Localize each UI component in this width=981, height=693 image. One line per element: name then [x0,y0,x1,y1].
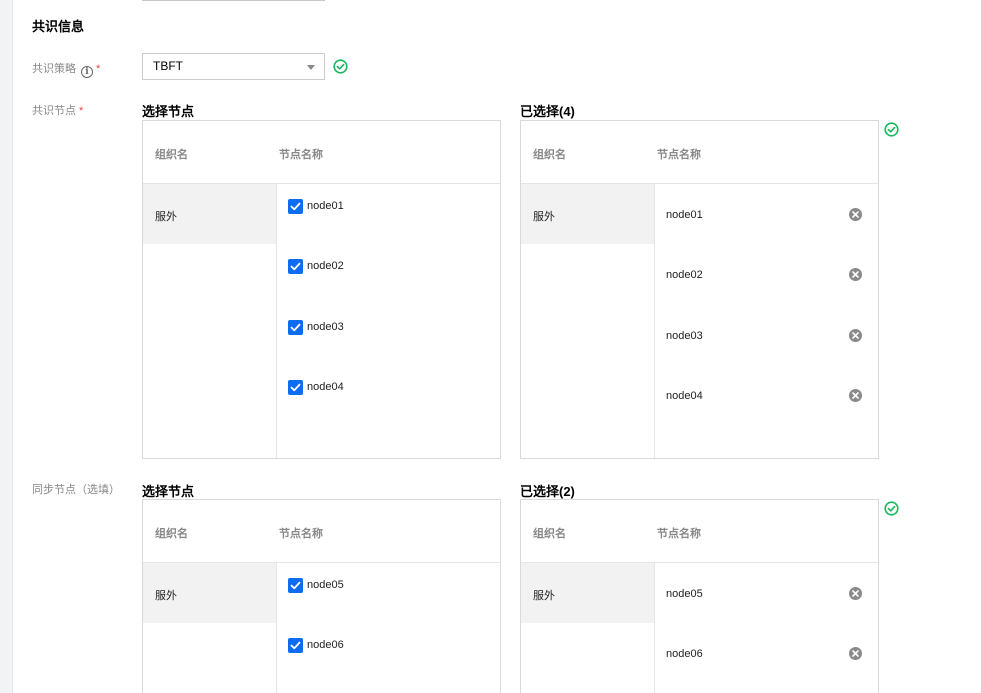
consensus-strategy-value: TBFT [153,59,183,73]
column-header-node: 节点名称 [279,149,323,161]
column-divider [276,563,277,693]
column-divider [654,184,655,458]
checkmark-icon [290,581,301,590]
org-name: 服外 [155,211,177,223]
node-name: node02 [666,269,703,281]
selected-node-item: node05 [666,587,866,603]
required-mark: * [79,105,84,117]
panel-header: 组织名 节点名称 [521,500,878,563]
org-name: 服外 [533,211,555,223]
info-icon[interactable]: i [81,66,93,78]
node-name: node04 [307,381,344,393]
checkbox-checked[interactable] [288,320,303,335]
selected-node-item: node04 [666,389,866,405]
node-name: node03 [666,330,703,342]
consensus-strategy-select[interactable]: TBFT [142,53,325,80]
column-header-org: 组织名 [533,528,566,540]
consensus-select-panel: 组织名 节点名称 服外 node01 node02 node03 node04 [142,120,501,459]
column-divider [654,563,655,693]
consensus-strategy-label: 共识策略 i * [32,60,100,78]
node-name: node04 [666,390,703,402]
column-divider [276,184,277,458]
consensus-strategy-label-text: 共识策略 [32,63,76,75]
checkmark-icon [290,641,301,650]
consensus-nodes-label: 共识节点 * [32,102,83,118]
selected-node-item: node06 [666,647,866,663]
consensus-nodes-label-text: 共识节点 [32,105,76,117]
org-item[interactable]: 服外 [521,563,654,623]
select-nodes-title: 选择节点 [142,104,195,119]
panel-header: 组织名 节点名称 [521,121,878,184]
select-nodes-title: 选择节点 [142,484,195,499]
close-icon[interactable] [849,268,862,281]
column-header-org: 组织名 [155,528,188,540]
required-mark: * [96,63,101,75]
sync-selected-panel: 组织名 节点名称 服外 node05 node06 [520,499,879,693]
check-circle-icon [884,501,899,516]
left-sidebar-strip [0,0,13,693]
column-header-org: 组织名 [533,149,566,161]
checkbox-checked[interactable] [288,259,303,274]
check-circle-icon [333,59,348,74]
close-icon[interactable] [849,208,862,221]
node-name: node06 [307,639,344,651]
previous-field-border [142,0,325,1]
sync-select-panel: 组织名 节点名称 服外 node05 node06 [142,499,501,693]
section-title: 共识信息 [32,19,85,34]
node-name: node05 [307,579,344,591]
column-header-node: 节点名称 [657,149,701,161]
node-name: node05 [666,588,703,600]
checkmark-icon [290,262,301,271]
checkbox-checked[interactable] [288,380,303,395]
selected-node-item: node01 [666,208,866,224]
checkmark-icon [290,383,301,392]
selected-node-item: node03 [666,329,866,345]
org-item[interactable]: 服外 [143,563,276,623]
selected-nodes-title: 已选择(4) [520,104,575,119]
checkbox-checked[interactable] [288,638,303,653]
org-item[interactable]: 服外 [521,184,654,244]
column-header-node: 节点名称 [657,528,701,540]
sync-nodes-label: 同步节点（选填） [32,484,120,496]
org-item[interactable]: 服外 [143,184,276,244]
panel-header: 组织名 节点名称 [143,500,500,563]
consensus-selected-panel: 组织名 节点名称 服外 node01 node02 node03 node04 [520,120,879,459]
selected-node-item: node02 [666,268,866,284]
column-header-org: 组织名 [155,149,188,161]
selected-nodes-title: 已选择(2) [520,484,575,499]
checkbox-checked[interactable] [288,199,303,214]
close-icon[interactable] [849,329,862,342]
checkmark-icon [290,202,301,211]
checkbox-checked[interactable] [288,578,303,593]
checkmark-icon [290,323,301,332]
node-name: node02 [307,260,344,272]
org-name: 服外 [155,590,177,602]
panel-header: 组织名 节点名称 [143,121,500,184]
check-circle-icon [884,122,899,137]
org-name: 服外 [533,590,555,602]
node-name: node01 [307,200,344,212]
close-icon[interactable] [849,647,862,660]
node-name: node03 [307,321,344,333]
chevron-down-icon [307,65,315,70]
close-icon[interactable] [849,587,862,600]
node-name: node01 [666,209,703,221]
node-name: node06 [666,648,703,660]
column-header-node: 节点名称 [279,528,323,540]
close-icon[interactable] [849,389,862,402]
